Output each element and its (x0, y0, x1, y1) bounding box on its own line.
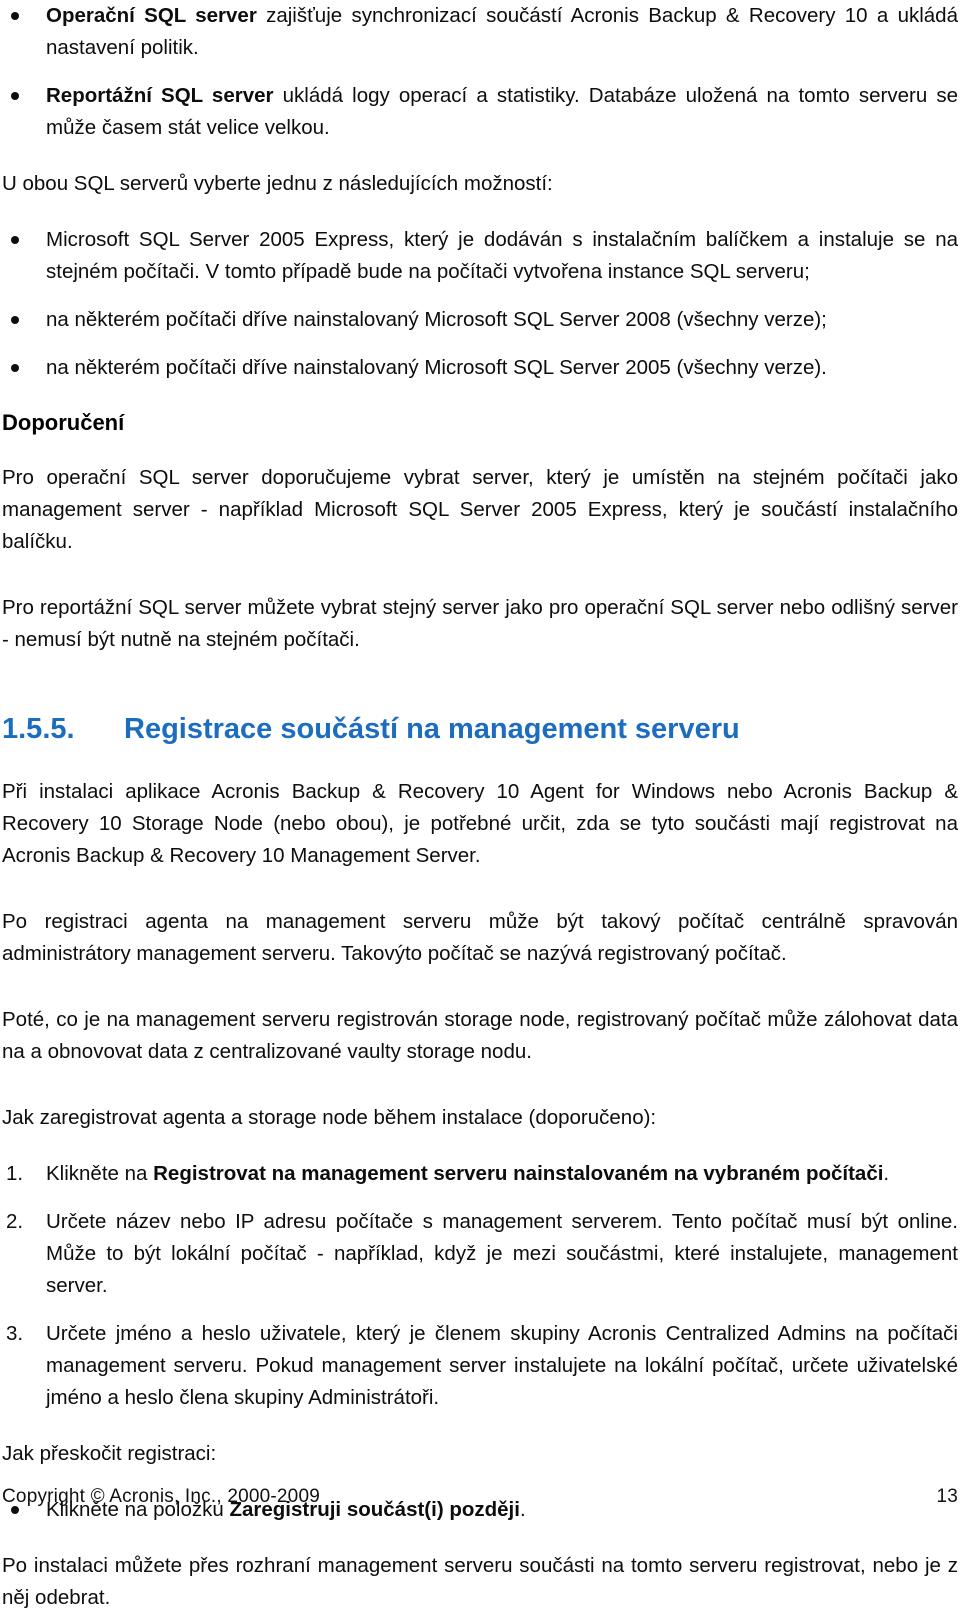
list-marker: 2. (6, 1210, 24, 1233)
skip-lead-in: Jak přeskočit registraci: (2, 1442, 217, 1465)
list-item-text: Microsoft SQL Server 2005 Express, který… (46, 228, 958, 283)
list-marker: 3. (6, 1322, 24, 1345)
step-text-suffix: . (883, 1162, 890, 1185)
list-item: Microsoft SQL Server 2005 Express, který… (2, 224, 958, 288)
bullet-dot-icon (11, 236, 19, 244)
page-number: 13 (936, 1486, 958, 1507)
list-item: 3. Určete jméno a heslo uživatele, který … (2, 1318, 958, 1414)
list-marker: 1. (6, 1162, 24, 1185)
page-title: Registrace součástí na management server… (124, 713, 740, 745)
list-item-bold-lead: Operační SQL server (46, 4, 257, 27)
step-text-prefix: Klikněte na (46, 1162, 154, 1185)
bullet-dot-icon (11, 364, 19, 372)
options-intro-paragraph: U obou SQL serverů vyberte jednu z násle… (2, 172, 553, 195)
page-footer: Copyright © Acronis, Inc., 2000-2009 13 (2, 1484, 958, 1518)
sql-server-options-list: Microsoft SQL Server 2005 Express, který… (2, 224, 958, 384)
recommendation-paragraph-1: Pro operační SQL server doporučujeme vyb… (2, 466, 958, 553)
section-paragraph-1: Při instalaci aplikace Acronis Backup & … (2, 780, 958, 867)
step-text-bold: Registrovat na management serveru nainst… (153, 1162, 884, 1185)
bullet-dot-icon (11, 92, 19, 100)
list-item: 1. Klikněte na Registrovat na management … (2, 1158, 958, 1190)
bullet-dot-icon (11, 12, 19, 20)
copyright-text: Copyright © Acronis, Inc., 2000-2009 (2, 1486, 320, 1507)
list-item: 2. Určete název nebo IP adresu počítače s… (2, 1206, 958, 1302)
section-heading: 1.5.5. Registrace součástí na management… (2, 710, 958, 748)
list-item: Reportážní SQL server ukládá logy operac… (2, 80, 958, 144)
list-item-bold-lead: Reportážní SQL server (46, 84, 274, 107)
list-item-text: na některém počítači dříve nainstalovaný… (46, 308, 827, 331)
step-text-prefix: Určete jméno a heslo uživatele, který je… (46, 1322, 958, 1409)
recommendation-heading: Doporučení (2, 410, 125, 435)
recommendation-paragraph-2: Pro reportážní SQL server můžete vybrat … (2, 596, 958, 651)
register-lead-in: Jak zaregistrovat agenta a storage node … (2, 1106, 657, 1129)
section-paragraph-3: Poté, co je na management serveru regist… (2, 1008, 958, 1063)
document-page: Operační SQL server zajišťuje synchroniz… (0, 0, 960, 1609)
list-item: na některém počítači dříve nainstalovaný… (2, 352, 958, 384)
list-item: Operační SQL server zajišťuje synchroniz… (2, 0, 958, 64)
section-number: 1.5.5. (2, 713, 75, 745)
list-item-text: na některém počítači dříve nainstalovaný… (46, 356, 827, 379)
page-content: Operační SQL server zajišťuje synchroniz… (2, 0, 958, 1614)
section-paragraph-2: Po registraci agenta na management serve… (2, 910, 958, 965)
list-item: na některém počítači dříve nainstalovaný… (2, 304, 958, 336)
sql-server-roles-list: Operační SQL server zajišťuje synchroniz… (2, 0, 958, 144)
bullet-dot-icon (11, 316, 19, 324)
step-text-prefix: Určete název nebo IP adresu počítače s m… (46, 1210, 958, 1297)
registration-steps-list: 1. Klikněte na Registrovat na management … (2, 1158, 958, 1414)
section-closing-paragraph: Po instalaci můžete přes rozhraní manage… (2, 1554, 958, 1609)
